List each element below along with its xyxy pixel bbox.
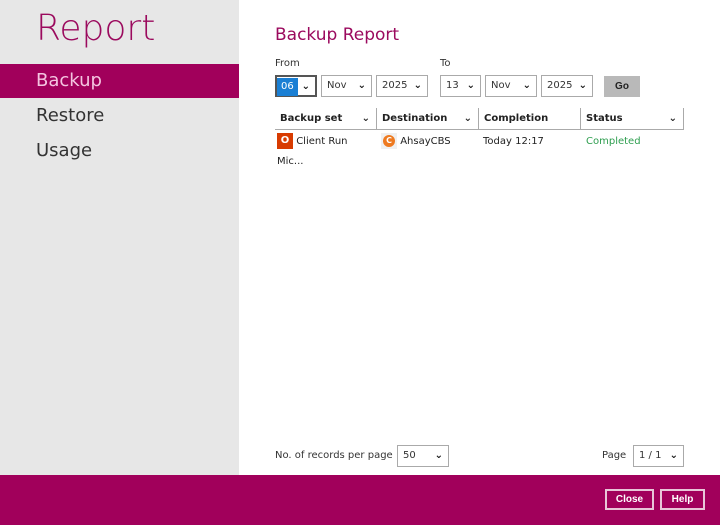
records-per-page-label: No. of records per page bbox=[275, 450, 393, 461]
page-select[interactable]: 1 / 1 ⌄ bbox=[633, 445, 684, 467]
column-label: Backup set bbox=[280, 113, 343, 124]
sidebar-title: Report bbox=[36, 8, 156, 49]
column-label: Completion bbox=[484, 113, 549, 124]
page-title: Backup Report bbox=[275, 25, 400, 45]
from-day-select[interactable]: 06 ⌄ bbox=[275, 75, 317, 97]
from-label: From bbox=[275, 58, 300, 69]
chevron-down-icon: ⌄ bbox=[522, 80, 531, 91]
chevron-down-icon: ⌄ bbox=[434, 450, 443, 461]
to-year-value: 2025 bbox=[547, 80, 573, 91]
column-header-completion[interactable]: Completion bbox=[479, 108, 581, 130]
cell-destination: AhsayCBS bbox=[400, 136, 451, 147]
column-header-backup-set[interactable]: Backup set ⌄ bbox=[275, 108, 377, 130]
to-year-select[interactable]: 2025 ⌄ bbox=[541, 75, 593, 97]
to-month-select[interactable]: Nov ⌄ bbox=[485, 75, 537, 97]
column-label: Status bbox=[586, 113, 623, 124]
chevron-down-icon: ⌄ bbox=[578, 80, 587, 91]
close-button[interactable]: Close bbox=[605, 489, 654, 510]
cell-completion: Today 12:17 bbox=[483, 136, 544, 147]
chevron-down-icon[interactable]: ⌄ bbox=[362, 108, 370, 130]
go-button[interactable]: Go bbox=[604, 76, 640, 97]
help-button[interactable]: Help bbox=[660, 489, 705, 510]
sidebar-item-usage[interactable]: Usage bbox=[0, 134, 239, 168]
from-month-value: Nov bbox=[327, 80, 347, 91]
chevron-down-icon[interactable]: ⌄ bbox=[464, 108, 472, 130]
office365-icon: O bbox=[277, 133, 293, 149]
to-day-value: 13 bbox=[446, 80, 459, 91]
from-day-value: 06 bbox=[277, 78, 298, 96]
page-value: 1 / 1 bbox=[639, 450, 662, 461]
chevron-down-icon: ⌄ bbox=[301, 81, 310, 92]
to-label: To bbox=[440, 58, 451, 69]
sidebar-item-backup[interactable]: Backup bbox=[0, 64, 239, 98]
from-year-select[interactable]: 2025 ⌄ bbox=[376, 75, 428, 97]
chevron-down-icon: ⌄ bbox=[357, 80, 366, 91]
to-day-select[interactable]: 13 ⌄ bbox=[440, 75, 481, 97]
column-header-status[interactable]: Status ⌄ bbox=[581, 108, 684, 130]
chevron-down-icon: ⌄ bbox=[669, 450, 678, 461]
records-value: 50 bbox=[403, 450, 416, 461]
from-month-select[interactable]: Nov ⌄ bbox=[321, 75, 372, 97]
chevron-down-icon[interactable]: ⌄ bbox=[669, 108, 677, 130]
cell-destination-wrap: C AhsayCBS bbox=[381, 132, 479, 152]
chevron-down-icon: ⌄ bbox=[466, 80, 475, 91]
column-header-destination[interactable]: Destination ⌄ bbox=[377, 108, 479, 130]
ahsay-icon: C bbox=[381, 133, 397, 149]
sidebar-item-restore[interactable]: Restore bbox=[0, 99, 239, 133]
page-label: Page bbox=[602, 450, 627, 461]
from-year-value: 2025 bbox=[382, 80, 408, 91]
records-per-page-select[interactable]: 50 ⌄ bbox=[397, 445, 449, 467]
chevron-down-icon: ⌄ bbox=[413, 80, 422, 91]
cell-status: Completed bbox=[586, 136, 641, 147]
column-label: Destination bbox=[382, 113, 448, 124]
table-row[interactable]: O Client Run Mic... bbox=[277, 132, 377, 167]
to-month-value: Nov bbox=[491, 80, 511, 91]
